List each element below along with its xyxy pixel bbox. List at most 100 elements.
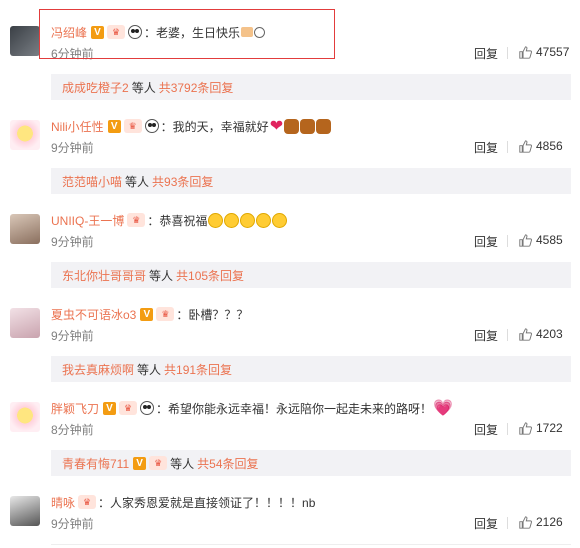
heart-emoji-icon: 💗 xyxy=(433,399,453,417)
thumbs-up-icon xyxy=(519,233,532,247)
sub-reply-count[interactable]: 共191条回复 xyxy=(164,361,232,378)
thumbs-up-icon xyxy=(519,515,532,529)
sub-reply-summary[interactable]: 东北你壮哥哥哥 等人 共105条回复 xyxy=(51,262,571,288)
member-badge-icon: ♛ xyxy=(123,119,142,133)
sub-reply-count[interactable]: 共93条回复 xyxy=(152,173,213,190)
thumbs-up-icon xyxy=(519,45,532,59)
username-link[interactable]: 夏虫不可语冰o3 xyxy=(51,306,136,323)
reply-button[interactable]: 回复 xyxy=(474,421,498,438)
heart-emoji-icon: ❤ xyxy=(269,117,284,135)
sub-reply-summary[interactable]: 青春有悔711 V ♛ 等人 共54条回复 xyxy=(51,450,571,476)
member-badge-icon: ♛ xyxy=(78,495,97,509)
comment-line: UNIIQ-王一博 ♛ ：恭喜祝福 xyxy=(51,211,288,229)
cry-emoji-icon xyxy=(272,212,288,228)
sub-reply-mid: 等人 xyxy=(149,268,174,283)
cake-emoji-icon xyxy=(300,118,316,134)
sub-reply-mid: 等人 xyxy=(170,456,195,471)
avatar[interactable] xyxy=(10,308,40,338)
comment-text: ：希望你能永远幸福！永远陪你一起走未来的路呀！ xyxy=(156,401,433,416)
username-link[interactable]: 胖颖飞刀 xyxy=(51,400,99,417)
like-count: 2126 xyxy=(536,515,563,529)
comment-text: ：人家秀恩爱就是直接领证了！！！！nb xyxy=(98,495,316,510)
avatar[interactable] xyxy=(10,26,40,56)
sub-reply-user[interactable]: 我去真麻烦啊 xyxy=(62,361,134,378)
divider xyxy=(507,47,508,59)
thumbs-up-icon xyxy=(519,327,532,341)
avatar[interactable] xyxy=(10,214,40,244)
avatar[interactable] xyxy=(10,402,40,432)
panda-badge-icon xyxy=(140,401,155,415)
comment-meta: 9分钟前 回复 4585 xyxy=(51,233,571,249)
highlight-box xyxy=(39,9,335,59)
sub-reply-user[interactable]: 成成吃橙子2 xyxy=(62,79,129,96)
member-badge-icon: ♛ xyxy=(119,401,138,415)
username-link[interactable]: 晴咏 xyxy=(51,494,75,511)
like-button[interactable]: 47557 xyxy=(519,45,569,59)
sub-reply-summary[interactable]: 我去真麻烦啊 等人 共191条回复 xyxy=(51,356,571,382)
cry-emoji-icon xyxy=(240,212,256,228)
cry-emoji-icon xyxy=(256,212,272,228)
member-badge-icon: ♛ xyxy=(156,307,175,321)
reply-button[interactable]: 回复 xyxy=(474,327,498,344)
like-button[interactable]: 4585 xyxy=(519,233,563,247)
member-badge-icon: ♛ xyxy=(127,213,146,227)
thumbs-up-icon xyxy=(519,139,532,153)
timestamp: 9分钟前 xyxy=(51,235,94,249)
timestamp: 9分钟前 xyxy=(51,329,94,343)
like-count: 4203 xyxy=(536,327,563,341)
cake-emoji-icon xyxy=(316,118,332,134)
sub-reply-user[interactable]: 范范喵小喵 xyxy=(62,173,122,190)
like-count: 4585 xyxy=(536,233,563,247)
sub-reply-mid: 等人 xyxy=(131,80,156,95)
reply-button[interactable]: 回复 xyxy=(474,515,498,532)
comment-meta: 9分钟前 回复 4856 xyxy=(51,139,571,155)
reply-button[interactable]: 回复 xyxy=(474,139,498,156)
like-count: 4856 xyxy=(536,139,563,153)
like-count: 47557 xyxy=(536,45,570,59)
like-button[interactable]: 4856 xyxy=(519,139,563,153)
comment-meta: 9分钟前 回复 4203 xyxy=(51,327,571,343)
timestamp: 8分钟前 xyxy=(51,423,94,437)
timestamp: 9分钟前 xyxy=(51,141,94,155)
comment-line: 晴咏 ♛ ：人家秀恩爱就是直接领证了！！！！nb xyxy=(51,493,315,511)
like-button[interactable]: 2126 xyxy=(519,515,563,529)
verified-badge-icon: V xyxy=(103,401,117,415)
cake-emoji-icon xyxy=(284,118,300,134)
sub-reply-summary[interactable]: 成成吃橙子2 等人 共3792条回复 xyxy=(51,74,571,100)
comment-meta: 8分钟前 回复 1722 xyxy=(51,421,571,437)
verified-badge-icon: V xyxy=(107,119,121,133)
divider xyxy=(507,329,508,341)
sub-reply-summary[interactable]: 范范喵小喵 等人 共93条回复 xyxy=(51,168,571,194)
reply-button[interactable]: 回复 xyxy=(474,233,498,250)
comment-line: 夏虫不可语冰o3 V ♛ ：卧槽？？？ xyxy=(51,305,248,323)
divider xyxy=(507,235,508,247)
sub-reply-user[interactable]: 青春有悔711 xyxy=(62,455,129,472)
sub-reply-count[interactable]: 共3792条回复 xyxy=(159,79,234,96)
comment-text: ：恭喜祝福 xyxy=(147,213,208,228)
cry-emoji-icon xyxy=(224,212,240,228)
reply-button[interactable]: 回复 xyxy=(474,45,498,62)
avatar[interactable] xyxy=(10,496,40,526)
member-badge-icon: ♛ xyxy=(149,456,168,470)
avatar[interactable] xyxy=(10,120,40,150)
comment-line: 胖颖飞刀 V ♛ ：希望你能永远幸福！永远陪你一起走未来的路呀！ 💗 xyxy=(51,399,453,417)
sub-reply-count[interactable]: 共105条回复 xyxy=(176,267,244,284)
username-link[interactable]: Nili小任性 xyxy=(51,118,104,135)
like-count: 1722 xyxy=(536,421,563,435)
comment-text: ：卧槽？？？ xyxy=(176,307,249,322)
sub-reply-mid: 等人 xyxy=(137,362,162,377)
sub-reply-mid: 等人 xyxy=(125,174,150,189)
verified-badge-icon: V xyxy=(133,456,147,470)
verified-badge-icon: V xyxy=(140,307,154,321)
username-link[interactable]: UNIIQ-王一博 xyxy=(51,212,124,229)
divider xyxy=(51,544,571,545)
sub-reply-count[interactable]: 共54条回复 xyxy=(197,455,258,472)
cry-emoji-icon xyxy=(208,212,224,228)
like-button[interactable]: 4203 xyxy=(519,327,563,341)
sub-reply-user[interactable]: 东北你壮哥哥哥 xyxy=(62,267,146,284)
like-button[interactable]: 1722 xyxy=(519,421,563,435)
comment-text: ：我的天，幸福就好 xyxy=(160,119,269,134)
divider xyxy=(507,517,508,529)
comment-line: Nili小任性 V ♛ ：我的天，幸福就好 ❤ xyxy=(51,117,332,135)
thumbs-up-icon xyxy=(519,421,532,435)
